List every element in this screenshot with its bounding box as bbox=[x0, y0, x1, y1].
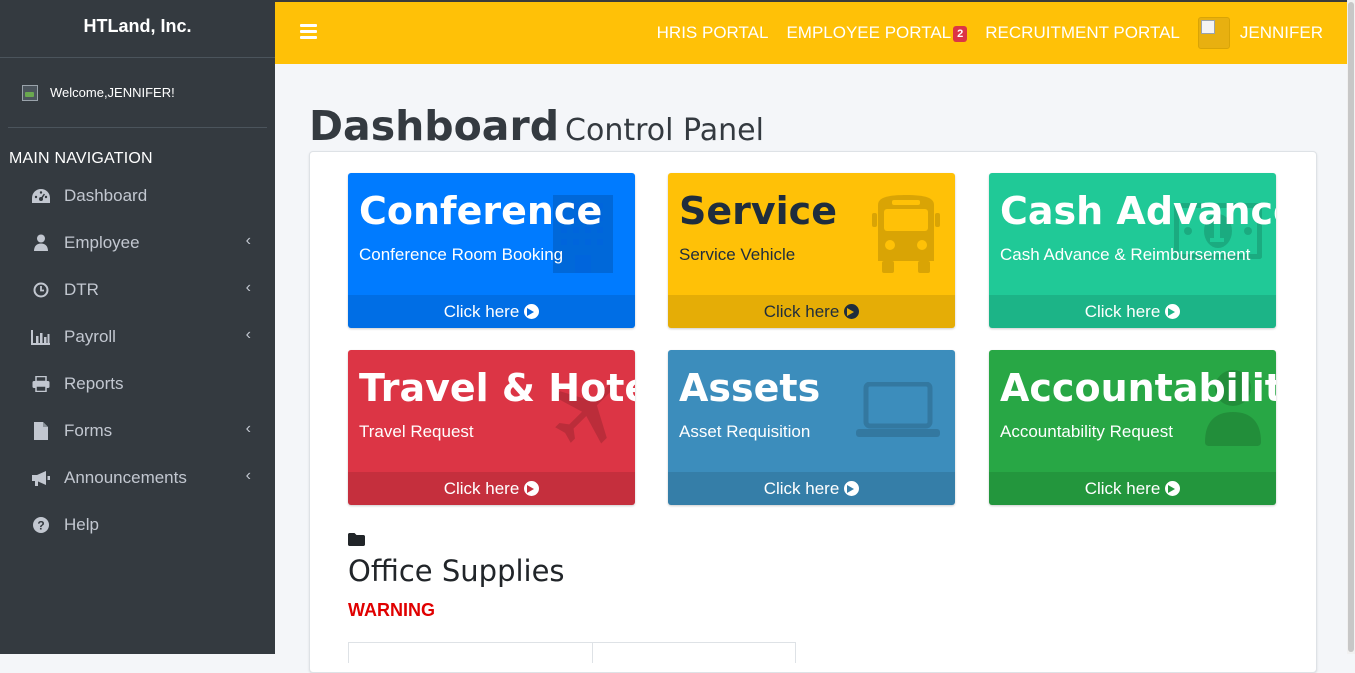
employee-portal-link[interactable]: EMPLOYEE PORTAL 2 bbox=[786, 23, 968, 43]
hris-portal-link[interactable]: HRIS PORTAL bbox=[657, 23, 769, 43]
table-column-divider bbox=[592, 643, 593, 663]
sidebar-item-forms[interactable]: Forms ‹ bbox=[0, 407, 275, 454]
page-title: Dashboard Control Panel bbox=[309, 102, 764, 150]
chevron-left-icon: ‹ bbox=[245, 420, 251, 437]
tile-title: Assets bbox=[679, 366, 821, 410]
tile-cash-advance: Cash Advance Cash Advance & Reimbursemen… bbox=[989, 173, 1276, 328]
sidebar-item-help[interactable]: ? Help bbox=[0, 501, 275, 548]
hamburger-menu-icon[interactable] bbox=[300, 24, 317, 40]
sidebar-item-employee[interactable]: Employee ‹ bbox=[0, 219, 275, 266]
tile-title: Service bbox=[679, 189, 837, 233]
tile-conference: Conference Conference Room Booking Click… bbox=[348, 173, 635, 328]
tile-link-cash-advance[interactable]: Click here bbox=[989, 295, 1276, 328]
tile-subtitle: Service Vehicle bbox=[679, 245, 796, 264]
user-name: JENNIFER bbox=[1239, 23, 1323, 42]
tile-travel-hotel: Travel & Hotel Travel Request Click here bbox=[348, 350, 635, 505]
sidebar-item-label: Reports bbox=[64, 373, 124, 393]
arrow-circle-right-icon bbox=[844, 304, 860, 319]
tile-subtitle: Travel Request bbox=[359, 422, 474, 441]
tile-subtitle: Asset Requisition bbox=[679, 422, 811, 441]
user-menu[interactable]: JENNIFER bbox=[1197, 17, 1323, 49]
warning-label: WARNING bbox=[348, 600, 435, 620]
tile-title: Accountability bbox=[1000, 366, 1276, 410]
print-icon bbox=[30, 374, 52, 394]
tile-service: Service Service Vehicle Click here bbox=[668, 173, 955, 328]
chevron-left-icon: ‹ bbox=[245, 279, 251, 296]
laptop-icon bbox=[856, 381, 940, 443]
nav-header: MAIN NAVIGATION bbox=[9, 150, 153, 167]
tile-subtitle: Cash Advance & Reimbursement bbox=[1000, 245, 1251, 264]
user-avatar-broken-image bbox=[22, 84, 38, 101]
brand-logo[interactable]: HTLand, Inc. bbox=[0, 0, 275, 58]
chevron-left-icon: ‹ bbox=[245, 232, 251, 249]
tile-link-label: Click here bbox=[443, 301, 520, 321]
page-subtitle: Control Panel bbox=[565, 113, 764, 148]
tile-subtitle: Accountability Request bbox=[1000, 422, 1173, 441]
sidebar-item-label: DTR bbox=[64, 279, 99, 299]
arrow-circle-right-icon bbox=[1165, 481, 1181, 496]
top-nav-links: HRIS PORTAL EMPLOYEE PORTAL 2 RECRUITMEN… bbox=[639, 2, 1323, 64]
arrow-circle-right-icon bbox=[524, 481, 540, 496]
page-scrollbar[interactable] bbox=[1347, 0, 1355, 654]
tile-link-assets[interactable]: Click here bbox=[668, 472, 955, 505]
bar-chart-icon bbox=[30, 327, 52, 347]
office-supplies-title: Office Supplies bbox=[348, 554, 565, 588]
svg-text:?: ? bbox=[37, 518, 44, 532]
bus-icon bbox=[872, 195, 940, 278]
tile-subtitle: Conference Room Booking bbox=[359, 245, 564, 264]
tile-link-label: Click here bbox=[1084, 301, 1161, 321]
sidebar-item-label: Employee bbox=[64, 232, 140, 252]
user-icon bbox=[30, 233, 52, 253]
tile-link-label: Click here bbox=[763, 301, 840, 321]
sidebar-item-label: Dashboard bbox=[64, 185, 148, 205]
tile-link-service[interactable]: Click here bbox=[668, 295, 955, 328]
arrow-circle-right-icon bbox=[524, 304, 540, 319]
bullhorn-icon bbox=[30, 468, 52, 488]
scrollbar-thumb[interactable] bbox=[1348, 2, 1354, 652]
supplies-table bbox=[348, 642, 796, 663]
file-icon bbox=[30, 421, 52, 441]
sidebar-item-label: Help bbox=[64, 514, 99, 534]
arrow-circle-right-icon bbox=[1165, 304, 1181, 319]
recruitment-portal-link[interactable]: RECRUITMENT PORTAL bbox=[985, 23, 1180, 43]
sidebar: HTLand, Inc. Welcome,JENNIFER! MAIN NAVI… bbox=[0, 0, 275, 654]
chevron-left-icon: ‹ bbox=[245, 326, 251, 343]
arrow-circle-right-icon bbox=[844, 481, 860, 496]
user-avatar-broken-image bbox=[1197, 17, 1230, 49]
sidebar-item-dtr[interactable]: DTR ‹ bbox=[0, 266, 275, 313]
sidebar-item-reports[interactable]: Reports bbox=[0, 360, 275, 407]
folder-icon bbox=[348, 533, 365, 551]
tile-title: Cash Advance bbox=[1000, 189, 1276, 233]
user-panel: Welcome,JENNIFER! bbox=[8, 58, 267, 128]
sidebar-item-dashboard[interactable]: Dashboard bbox=[0, 172, 275, 219]
tile-link-label: Click here bbox=[763, 478, 840, 498]
dashboard-icon bbox=[30, 186, 52, 206]
sidebar-item-label: Payroll bbox=[64, 326, 116, 346]
sidebar-item-payroll[interactable]: Payroll ‹ bbox=[0, 313, 275, 360]
notification-badge: 2 bbox=[953, 26, 968, 42]
page-title-main: Dashboard bbox=[309, 102, 560, 150]
chevron-left-icon: ‹ bbox=[245, 467, 251, 484]
tile-link-label: Click here bbox=[443, 478, 520, 498]
employee-portal-label: EMPLOYEE PORTAL bbox=[786, 23, 952, 42]
tile-link-conference[interactable]: Click here bbox=[348, 295, 635, 328]
tile-accountability: Accountability Accountability Request Cl… bbox=[989, 350, 1276, 505]
sidebar-item-label: Announcements bbox=[64, 467, 187, 487]
tile-assets: Assets Asset Requisition Click here bbox=[668, 350, 955, 505]
sidebar-item-announcements[interactable]: Announcements ‹ bbox=[0, 454, 275, 501]
tile-link-label: Click here bbox=[1084, 478, 1161, 498]
top-navbar: HRIS PORTAL EMPLOYEE PORTAL 2 RECRUITMEN… bbox=[275, 0, 1347, 64]
welcome-text: Welcome,JENNIFER! bbox=[50, 85, 175, 100]
tile-title: Conference bbox=[359, 189, 603, 233]
clock-icon bbox=[30, 280, 52, 300]
sidebar-item-label: Forms bbox=[64, 420, 113, 440]
tile-link-travel-hotel[interactable]: Click here bbox=[348, 472, 635, 505]
tile-title: Travel & Hotel bbox=[359, 366, 635, 410]
tile-link-accountability[interactable]: Click here bbox=[989, 472, 1276, 505]
question-icon: ? bbox=[30, 515, 52, 535]
